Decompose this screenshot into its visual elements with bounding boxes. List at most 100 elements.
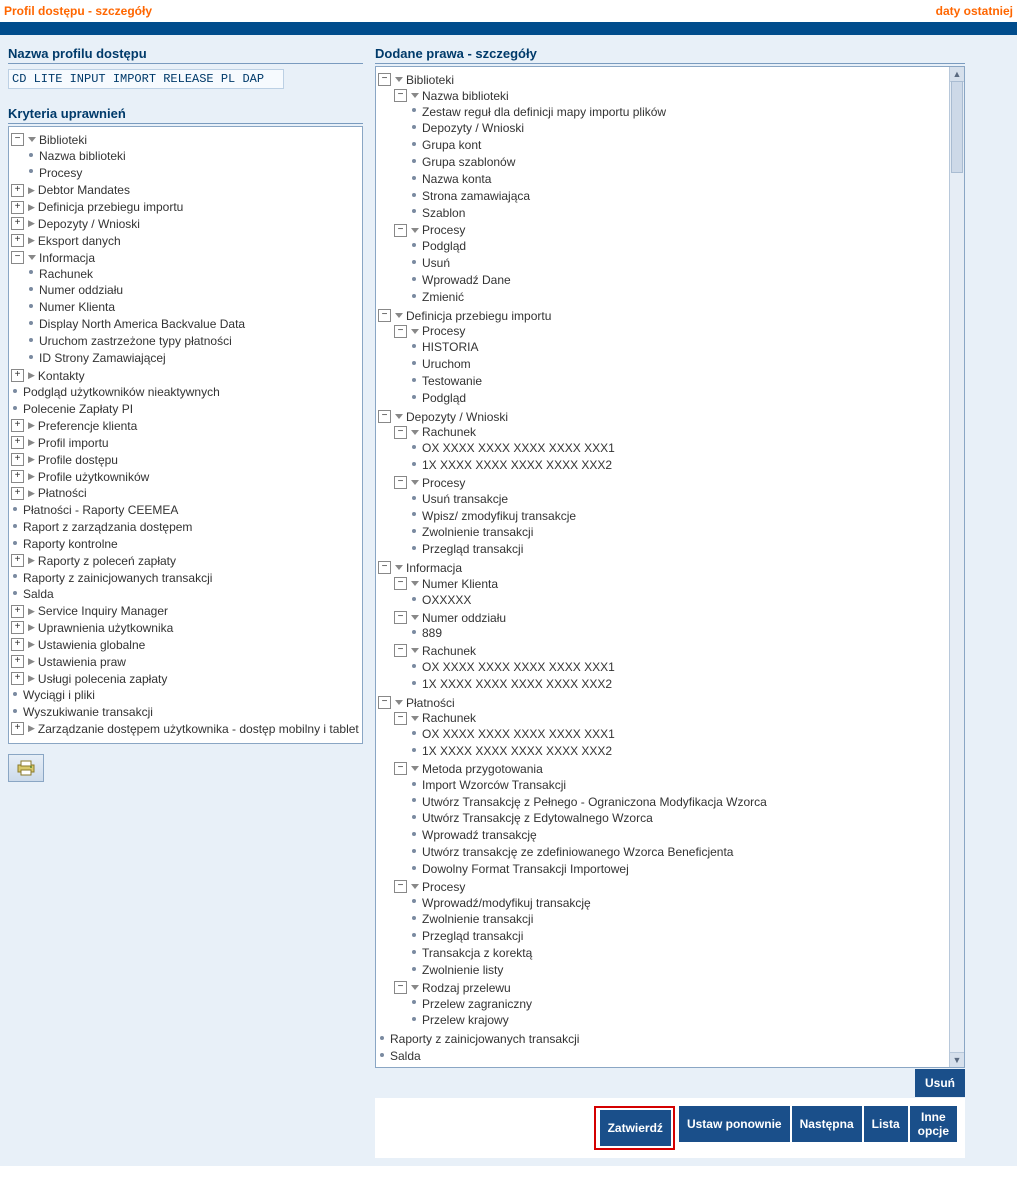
tree-leaf[interactable]: Numer oddziału	[27, 281, 360, 298]
tree-node[interactable]: −Rachunek OX XXXX XXXX XXXX XXXX XXX1 1X…	[394, 642, 948, 692]
tree-node[interactable]: +▶Ustawienia praw	[11, 653, 360, 670]
tree-node[interactable]: +▶Profile użytkowników	[11, 468, 360, 485]
list-button[interactable]: Lista	[864, 1106, 908, 1142]
tree-node[interactable]: +▶Kontakty	[11, 367, 360, 384]
tree-leaf[interactable]: Wpisz/ zmodyfikuj transakcje	[410, 507, 948, 524]
tree-leaf[interactable]: Depozyty / Wnioski	[410, 119, 948, 136]
tree-leaf[interactable]: Raporty kontrolne	[11, 535, 360, 552]
tree-node[interactable]: +▶Usługi polecenia zapłaty	[11, 670, 360, 687]
tree-node[interactable]: −Procesy Usuń transakcje Wpisz/ zmodyfik…	[394, 474, 948, 558]
tree-node[interactable]: −Procesy Podgląd Usuń Wprowadź Dane Zmie…	[394, 221, 948, 305]
tree-leaf[interactable]: ID Strony Zamawiającej	[27, 349, 360, 366]
tree-leaf[interactable]: Raporty z zainicjowanych transakcji	[378, 1030, 948, 1047]
tree-leaf[interactable]: Przelew krajowy	[410, 1011, 948, 1028]
tree-leaf[interactable]: HISTORIA	[410, 338, 948, 355]
tree-leaf[interactable]: Zwolnienie transakcji	[410, 910, 948, 927]
tree-leaf[interactable]: Przelew zagraniczny	[410, 995, 948, 1012]
tree-node[interactable]: +▶Płatności	[11, 484, 360, 501]
tree-leaf[interactable]: Wprowadź transakcję	[410, 826, 948, 843]
tree-leaf[interactable]: Wyciągi i pliki	[378, 1064, 948, 1067]
tree-leaf[interactable]: Grupa szablonów	[410, 153, 948, 170]
tree-node[interactable]: −Numer oddziału 889	[394, 609, 948, 643]
tree-leaf[interactable]: Raporty z zainicjowanych transakcji	[11, 569, 360, 586]
tree-leaf[interactable]: Zwolnienie listy	[410, 961, 948, 978]
scrollbar[interactable]: ▲ ▼	[949, 67, 964, 1067]
tree-leaf[interactable]: Usuń	[410, 254, 948, 271]
tree-leaf[interactable]: Przegląd transakcji	[410, 927, 948, 944]
tree-leaf[interactable]: Zmienić	[410, 288, 948, 305]
tree-leaf[interactable]: 889	[410, 624, 948, 641]
tree-leaf[interactable]: OX XXXX XXXX XXXX XXXX XXX1	[410, 439, 948, 456]
tree-node[interactable]: +▶Preferencje klienta	[11, 417, 360, 434]
profile-name-input[interactable]	[8, 69, 284, 89]
tree-leaf[interactable]: 1X XXXX XXXX XXXX XXXX XXX2	[410, 456, 948, 473]
tree-leaf[interactable]: OXXXXX	[410, 591, 948, 608]
tree-leaf[interactable]: Podgląd	[410, 389, 948, 406]
tree-leaf[interactable]: Polecenie Zapłaty PI	[11, 400, 360, 417]
tree-leaf[interactable]: Uruchom zastrzeżone typy płatności	[27, 332, 360, 349]
tree-node[interactable]: +▶Profile dostępu	[11, 451, 360, 468]
tree-leaf[interactable]: Wyciągi i pliki	[11, 686, 360, 703]
tree-leaf[interactable]: Utwórz transakcję ze zdefiniowanego Wzor…	[410, 843, 948, 860]
tree-node[interactable]: −Depozyty / Wnioski −Rachunek OX XXXX XX…	[378, 408, 948, 559]
tree-leaf[interactable]: Testowanie	[410, 372, 948, 389]
approve-button[interactable]: Zatwierdź	[600, 1110, 671, 1146]
tree-leaf[interactable]: Podgląd	[410, 237, 948, 254]
tree-leaf[interactable]: Podgląd użytkowników nieaktywnych	[11, 383, 360, 400]
tree-node[interactable]: −Nazwa biblioteki Zestaw reguł dla defin…	[394, 87, 948, 222]
tree-leaf[interactable]: Utwórz Transakcję z Pełnego - Ograniczon…	[410, 793, 948, 810]
tree-leaf[interactable]: Wyszukiwanie transakcji	[11, 703, 360, 720]
tree-leaf[interactable]: Nazwa konta	[410, 170, 948, 187]
tree-node[interactable]: +▶Service Inquiry Manager	[11, 602, 360, 619]
tree-leaf[interactable]: Strona zamawiająca	[410, 187, 948, 204]
tree-leaf[interactable]: Nazwa biblioteki	[27, 147, 360, 164]
tree-leaf[interactable]: Procesy	[27, 164, 360, 181]
tree-leaf[interactable]: Dowolny Format Transakcji Importowej	[410, 860, 948, 877]
tree-node[interactable]: −Procesy HISTORIA Uruchom Testowanie Pod…	[394, 322, 948, 406]
tree-node[interactable]: −Procesy Wprowadź/modyfikuj transakcję Z…	[394, 878, 948, 979]
tree-leaf[interactable]: Salda	[11, 585, 360, 602]
tree-leaf[interactable]: Display North America Backvalue Data	[27, 315, 360, 332]
tree-node[interactable]: −Płatności −Rachunek OX XXXX XXXX XXXX X…	[378, 694, 948, 1031]
tree-leaf[interactable]: Transakcja z korektą	[410, 944, 948, 961]
tree-leaf[interactable]: Wprowadź Dane	[410, 271, 948, 288]
tree-leaf[interactable]: Płatności - Raporty CEEMEA	[11, 501, 360, 518]
tree-node[interactable]: +▶Definicja przebiegu importu	[11, 198, 360, 215]
reset-button[interactable]: Ustaw ponownie	[679, 1106, 790, 1142]
tree-node[interactable]: −Rachunek OX XXXX XXXX XXXX XXXX XXX1 1X…	[394, 423, 948, 473]
tree-node-biblioteki[interactable]: −Biblioteki Nazwa biblioteki Procesy	[11, 131, 360, 181]
tree-leaf[interactable]: Rachunek	[27, 265, 360, 282]
tree-node[interactable]: +▶Zarządzanie dostępem użytkownika - dos…	[11, 720, 360, 737]
tree-node[interactable]: +▶Profil importu	[11, 434, 360, 451]
tree-node[interactable]: −Definicja przebiegu importu −Procesy HI…	[378, 307, 948, 408]
tree-node[interactable]: +▶Depozyty / Wnioski	[11, 215, 360, 232]
tree-leaf[interactable]: Przegląd transakcji	[410, 540, 948, 557]
next-button[interactable]: Następna	[792, 1106, 862, 1142]
tree-node[interactable]: −Metoda przygotowania Import Wzorców Tra…	[394, 760, 948, 878]
tree-node[interactable]: +▶Debtor Mandates	[11, 181, 360, 198]
scroll-thumb[interactable]	[951, 81, 963, 173]
tree-leaf[interactable]: Zwolnienie transakcji	[410, 523, 948, 540]
tree-node[interactable]: −Rodzaj przelewu Przelew zagraniczny Prz…	[394, 979, 948, 1029]
tree-leaf[interactable]: Wprowadź/modyfikuj transakcję	[410, 894, 948, 911]
other-options-button[interactable]: Inne opcje	[910, 1106, 957, 1142]
tree-leaf[interactable]: Uruchom	[410, 355, 948, 372]
tree-leaf[interactable]: 1X XXXX XXXX XXXX XXXX XXX2	[410, 675, 948, 692]
tree-node[interactable]: +▶Eksport danych	[11, 232, 360, 249]
tree-node-informacja[interactable]: −Informacja Rachunek Numer oddziału Nume…	[11, 249, 360, 367]
tree-node[interactable]: −Numer Klienta OXXXXX	[394, 575, 948, 609]
tree-leaf[interactable]: Import Wzorców Transakcji	[410, 776, 948, 793]
tree-leaf[interactable]: Zestaw reguł dla definicji mapy importu …	[410, 103, 948, 120]
tree-leaf[interactable]: Salda	[378, 1047, 948, 1064]
remove-button[interactable]: Usuń	[915, 1069, 965, 1097]
tree-leaf[interactable]: Utwórz Transakcję z Edytowalnego Wzorca	[410, 809, 948, 826]
tree-leaf[interactable]: Grupa kont	[410, 136, 948, 153]
tree-node[interactable]: +▶Raporty z poleceń zapłaty	[11, 552, 360, 569]
tree-leaf[interactable]: Raport z zarządzania dostępem	[11, 518, 360, 535]
tree-node[interactable]: +▶Ustawienia globalne	[11, 636, 360, 653]
scroll-up-icon[interactable]: ▲	[950, 67, 964, 82]
tree-node[interactable]: −Rachunek OX XXXX XXXX XXXX XXXX XXX1 1X…	[394, 709, 948, 759]
tree-leaf[interactable]: Szablon	[410, 204, 948, 221]
scroll-down-icon[interactable]: ▼	[950, 1052, 964, 1067]
tree-node[interactable]: −Biblioteki −Nazwa biblioteki Zestaw reg…	[378, 71, 948, 307]
